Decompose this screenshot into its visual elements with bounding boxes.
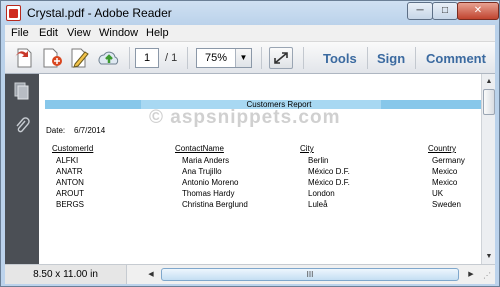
menu-help[interactable]: Help (146, 27, 169, 39)
zoom-value: 75% (205, 52, 228, 64)
upload-button[interactable] (97, 47, 121, 69)
attachments-button[interactable] (14, 116, 30, 134)
toolbar: 1 / 1 75% ▼ Tools Sign Comment (5, 42, 495, 74)
menu-bar: File Edit View Window Help (5, 25, 495, 42)
toolbar-separator (415, 47, 416, 69)
column-header-country: Country (428, 144, 457, 153)
toolbar-separator (187, 47, 188, 69)
watermark: © aspsnippets.com (149, 107, 341, 128)
cell-city: México D.F. (308, 167, 350, 176)
toolbar-separator (303, 47, 304, 69)
comment-pane-button[interactable]: Comment (426, 51, 486, 66)
cell-city: Luleå (308, 200, 328, 209)
toolbar-separator (129, 47, 130, 69)
cell-country: Mexico (432, 178, 458, 187)
resize-grip-icon[interactable]: ⋰ (483, 271, 491, 280)
vertical-scroll-thumb[interactable] (483, 89, 495, 115)
cell-contactname: Maria Anders (182, 156, 230, 165)
toolbar-separator (367, 47, 368, 69)
toolbar-separator (261, 47, 262, 69)
cell-customerid: ANTON (56, 178, 84, 187)
pen-document-icon (71, 48, 89, 68)
page-number-input[interactable]: 1 (135, 48, 159, 68)
scroll-down-arrow-icon[interactable]: ▼ (483, 250, 495, 263)
chevron-down-icon[interactable]: ▼ (235, 49, 251, 67)
zoom-select[interactable]: 75% ▼ (196, 48, 252, 68)
scroll-up-arrow-icon[interactable]: ▲ (483, 75, 495, 88)
cell-contactname: Thomas Hardy (182, 189, 235, 198)
scroll-left-arrow-icon[interactable]: ◀ (145, 268, 157, 281)
close-button[interactable]: ✕ (457, 2, 499, 20)
menu-edit[interactable]: Edit (39, 27, 58, 39)
page-total: / 1 (165, 52, 178, 64)
document-page[interactable]: Customers Report Date: 6/7/2014 Customer… (39, 74, 481, 264)
column-header-city: City (300, 144, 314, 153)
share-pdf-button[interactable] (41, 47, 65, 69)
cell-contactname: Antonio Moreno (182, 178, 239, 187)
cell-customerid: ALFKI (56, 156, 79, 165)
cell-country: Sweden (432, 200, 461, 209)
cell-contactname: Ana Trujillo (182, 167, 222, 176)
vertical-scrollbar[interactable]: ▲ ▼ (481, 74, 495, 264)
edit-pdf-button[interactable] (69, 47, 93, 69)
horizontal-scroll-thumb[interactable]: III (161, 268, 459, 281)
share-pdf-icon (43, 48, 62, 68)
column-header-customerid: CustomerId (52, 144, 94, 153)
column-header-contactname: ContactName (175, 144, 224, 153)
window-title: Crystal.pdf - Adobe Reader (27, 6, 172, 20)
pages-icon (14, 82, 29, 100)
cell-contactname: Christina Berglund (182, 200, 248, 209)
cell-country: Germany (432, 156, 465, 165)
sign-pane-button[interactable]: Sign (377, 51, 405, 66)
date-label: Date: (46, 126, 66, 135)
cell-customerid: ANATR (56, 167, 83, 176)
expand-arrows-icon (274, 52, 288, 64)
cell-city: México D.F. (308, 178, 350, 187)
create-pdf-icon (15, 48, 32, 68)
paperclip-icon (16, 117, 30, 133)
cell-country: Mexico (432, 167, 458, 176)
menu-view[interactable]: View (67, 27, 91, 39)
minimize-button[interactable]: ─ (407, 2, 433, 20)
page-thumbnails-button[interactable] (14, 82, 30, 100)
app-window: Crystal.pdf - Adobe Reader ─ □ ✕ File Ed… (0, 0, 500, 287)
title-bar[interactable]: Crystal.pdf - Adobe Reader ─ □ ✕ (1, 1, 499, 25)
menu-file[interactable]: File (11, 27, 29, 39)
page-size-indicator[interactable]: 8.50 x 11.00 in (5, 265, 127, 284)
cell-country: UK (432, 189, 444, 198)
menu-window[interactable]: Window (99, 27, 138, 39)
cell-city: Berlin (308, 156, 329, 165)
scroll-right-arrow-icon[interactable]: ▶ (465, 268, 477, 281)
full-screen-button[interactable] (269, 47, 293, 69)
status-bar: 8.50 x 11.00 in ◀ III ▶ ⋰ (5, 264, 495, 284)
cloud-upload-icon (98, 51, 119, 65)
adobe-reader-icon (6, 5, 21, 21)
tools-pane-button[interactable]: Tools (323, 51, 357, 66)
cell-customerid: AROUT (56, 189, 84, 198)
maximize-button[interactable]: □ (432, 2, 458, 20)
create-pdf-button[interactable] (13, 47, 37, 69)
cell-customerid: BERGS (56, 200, 85, 209)
cell-city: London (308, 189, 335, 198)
navigation-pane (5, 74, 39, 264)
date-value: 6/7/2014 (74, 126, 106, 135)
